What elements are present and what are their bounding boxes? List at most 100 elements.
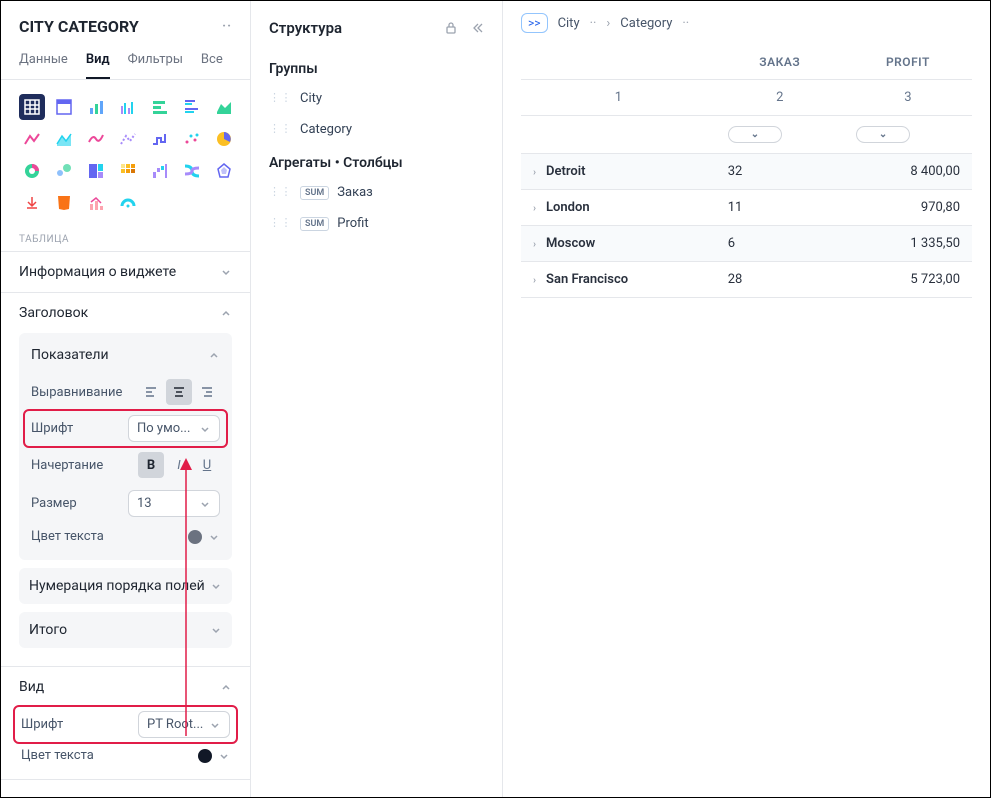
scatter-icon[interactable]: [179, 126, 205, 152]
chevron-right-icon[interactable]: ›: [533, 203, 536, 214]
breadcrumb: >> City ·· › Category ··: [503, 1, 990, 45]
treemap-icon[interactable]: [83, 158, 109, 184]
size-value: 13: [137, 496, 152, 511]
expand-all-button[interactable]: >>: [521, 13, 548, 33]
aggregate-item-profit[interactable]: ⋮⋮ SUM Profit: [269, 208, 484, 239]
hbar-icon[interactable]: [147, 94, 173, 120]
radar-icon[interactable]: [211, 158, 237, 184]
filter-pill[interactable]: ⌄: [728, 126, 782, 143]
chevron-right-icon: ›: [606, 16, 610, 31]
bar-icon[interactable]: [83, 94, 109, 120]
chevron-down-icon[interactable]: [210, 580, 222, 592]
more-icon[interactable]: ··: [222, 19, 232, 34]
line-icon[interactable]: [19, 126, 45, 152]
align-left-button[interactable]: [138, 379, 164, 405]
lock-icon[interactable]: [444, 21, 458, 35]
download-icon[interactable]: [19, 190, 45, 216]
table-row[interactable]: ›Moscow 6 1 335,50: [521, 226, 972, 262]
table-row[interactable]: ›San Francisco 28 5 723,00: [521, 262, 972, 298]
tab-data[interactable]: Данные: [19, 46, 68, 79]
tab-filters[interactable]: Фильтры: [128, 46, 183, 79]
font-select[interactable]: По умо...: [128, 415, 220, 442]
donut-icon[interactable]: [19, 158, 45, 184]
chevron-down-icon: [209, 719, 221, 731]
collapse-icon[interactable]: [470, 21, 484, 35]
aggregate-label: Заказ: [337, 185, 373, 200]
widget-info-toggle[interactable]: Информация о виджете: [1, 252, 250, 292]
cell-order: 32: [716, 154, 844, 190]
align-label: Выравнивание: [31, 385, 122, 400]
chevron-down-icon: [220, 266, 232, 278]
html-icon[interactable]: [51, 190, 77, 216]
tab-view[interactable]: Вид: [86, 46, 110, 79]
chevron-up-icon: [220, 681, 232, 693]
view-color-picker[interactable]: [198, 749, 230, 763]
cell-city: Detroit: [546, 164, 585, 179]
view-font-select[interactable]: PT Root...: [138, 711, 230, 738]
sankey-icon[interactable]: [179, 158, 205, 184]
table-icon[interactable]: [19, 94, 45, 120]
text-color-picker[interactable]: [188, 530, 220, 544]
tab-all[interactable]: Все: [201, 46, 223, 79]
header-section-toggle[interactable]: Заголовок: [1, 293, 250, 333]
dots-icon: ··: [682, 16, 689, 31]
sum-badge: SUM: [300, 217, 329, 231]
bold-button[interactable]: B: [138, 452, 164, 478]
chevron-down-icon: [218, 750, 230, 762]
col-header-order: ЗАКАЗ: [716, 45, 844, 80]
heatmap-icon[interactable]: [115, 158, 141, 184]
cell-order: 11: [716, 190, 844, 226]
indicators-panel: Показатели Выравнивание: [19, 333, 232, 560]
color-swatch-icon: [198, 749, 212, 763]
view-section-toggle[interactable]: Вид: [1, 667, 250, 707]
groups-section-label: Группы: [269, 51, 484, 83]
underline-button[interactable]: U: [194, 452, 220, 478]
drag-handle-icon: ⋮⋮: [269, 95, 292, 102]
field-numbering-panel: Нумерация порядка полей: [19, 568, 232, 604]
chevron-down-icon[interactable]: [210, 624, 222, 636]
area-icon[interactable]: [51, 126, 77, 152]
table-row[interactable]: ›Detroit 32 8 400,00: [521, 154, 972, 190]
breadcrumb-category[interactable]: Category: [620, 16, 672, 31]
waterfall-icon[interactable]: [147, 158, 173, 184]
group-label: City: [300, 91, 322, 106]
pie-icon[interactable]: [211, 126, 237, 152]
view-font-value: PT Root...: [147, 717, 203, 732]
italic-button[interactable]: I: [166, 452, 192, 478]
grouped-bar-icon[interactable]: [115, 94, 141, 120]
drag-handle-icon: ⋮⋮: [269, 126, 292, 133]
drag-handle-icon: ⋮⋮: [269, 189, 292, 196]
total-label: Итого: [29, 622, 67, 638]
align-right-button[interactable]: [194, 379, 220, 405]
cell-city: London: [546, 200, 590, 215]
spline-icon[interactable]: [83, 126, 109, 152]
hgrouped-bar-icon[interactable]: [179, 94, 205, 120]
filter-pill[interactable]: ⌄: [856, 126, 910, 143]
chevron-up-icon[interactable]: [208, 349, 220, 361]
chevron-right-icon[interactable]: ›: [533, 239, 536, 250]
cell-profit: 5 723,00: [844, 262, 972, 298]
size-select[interactable]: 13: [128, 490, 220, 517]
breadcrumb-city[interactable]: City: [558, 16, 580, 31]
combo-icon[interactable]: [83, 190, 109, 216]
dash-line-icon[interactable]: [115, 126, 141, 152]
structure-panel: Структура Группы ⋮⋮ City ⋮⋮ Category Агр…: [251, 1, 503, 797]
table-row[interactable]: ›London 11 970,80: [521, 190, 972, 226]
drag-handle-icon: ⋮⋮: [269, 220, 292, 227]
step-icon[interactable]: [147, 126, 173, 152]
header-section-label: Заголовок: [19, 305, 88, 321]
area-fill-icon[interactable]: [211, 94, 237, 120]
gauge-icon[interactable]: [115, 190, 141, 216]
bubble-icon[interactable]: [51, 158, 77, 184]
cell-city: Moscow: [546, 236, 595, 251]
align-center-button[interactable]: [166, 379, 192, 405]
chevron-right-icon[interactable]: ›: [533, 167, 536, 178]
font-label: Шрифт: [31, 421, 73, 436]
pivot-icon[interactable]: [51, 94, 77, 120]
chevron-right-icon[interactable]: ›: [533, 275, 536, 286]
group-item-category[interactable]: ⋮⋮ Category: [269, 114, 484, 145]
text-color-label: Цвет текста: [31, 529, 104, 544]
view-font-row-highlight: Шрифт PT Root...: [13, 705, 238, 744]
group-item-city[interactable]: ⋮⋮ City: [269, 83, 484, 114]
aggregate-item-order[interactable]: ⋮⋮ SUM Заказ: [269, 177, 484, 208]
